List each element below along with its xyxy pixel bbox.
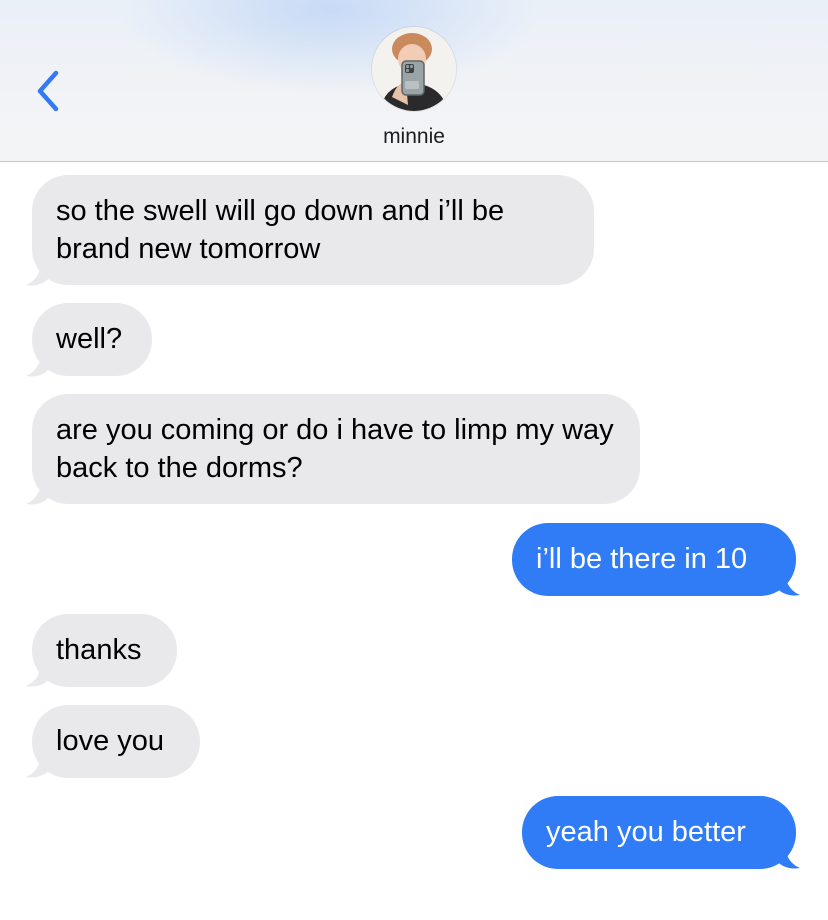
chevron-left-icon [37,70,59,112]
message-bubble-received[interactable]: well? [32,303,152,376]
message-bubble-received[interactable]: so the swell will go down and i’ll be br… [32,175,594,285]
back-button[interactable] [28,66,68,116]
contact-avatar-photo [372,27,456,111]
message-bubble-sent[interactable]: i’ll be there in 10 [512,523,796,596]
message-text: thanks [56,634,142,666]
message-text: well? [56,323,123,355]
message-text: are you coming or do i have to limp my w… [56,414,614,484]
message-text: yeah you better [546,816,746,848]
message-text: love you [56,725,165,757]
message-bubble-received[interactable]: are you coming or do i have to limp my w… [32,394,640,504]
message-thread: so the swell will go down and i’ll be br… [0,163,828,920]
conversation-header: minnie [0,0,828,162]
message-bubble-received[interactable]: love you [32,705,200,778]
message-bubble-sent[interactable]: yeah you better [522,796,796,869]
message-text: so the swell will go down and i’ll be br… [56,195,505,265]
message-text: i’ll be there in 10 [536,543,748,575]
avatar[interactable] [372,27,456,111]
message-bubble-received[interactable]: thanks [32,614,177,687]
contact-name[interactable]: minnie [0,125,828,149]
